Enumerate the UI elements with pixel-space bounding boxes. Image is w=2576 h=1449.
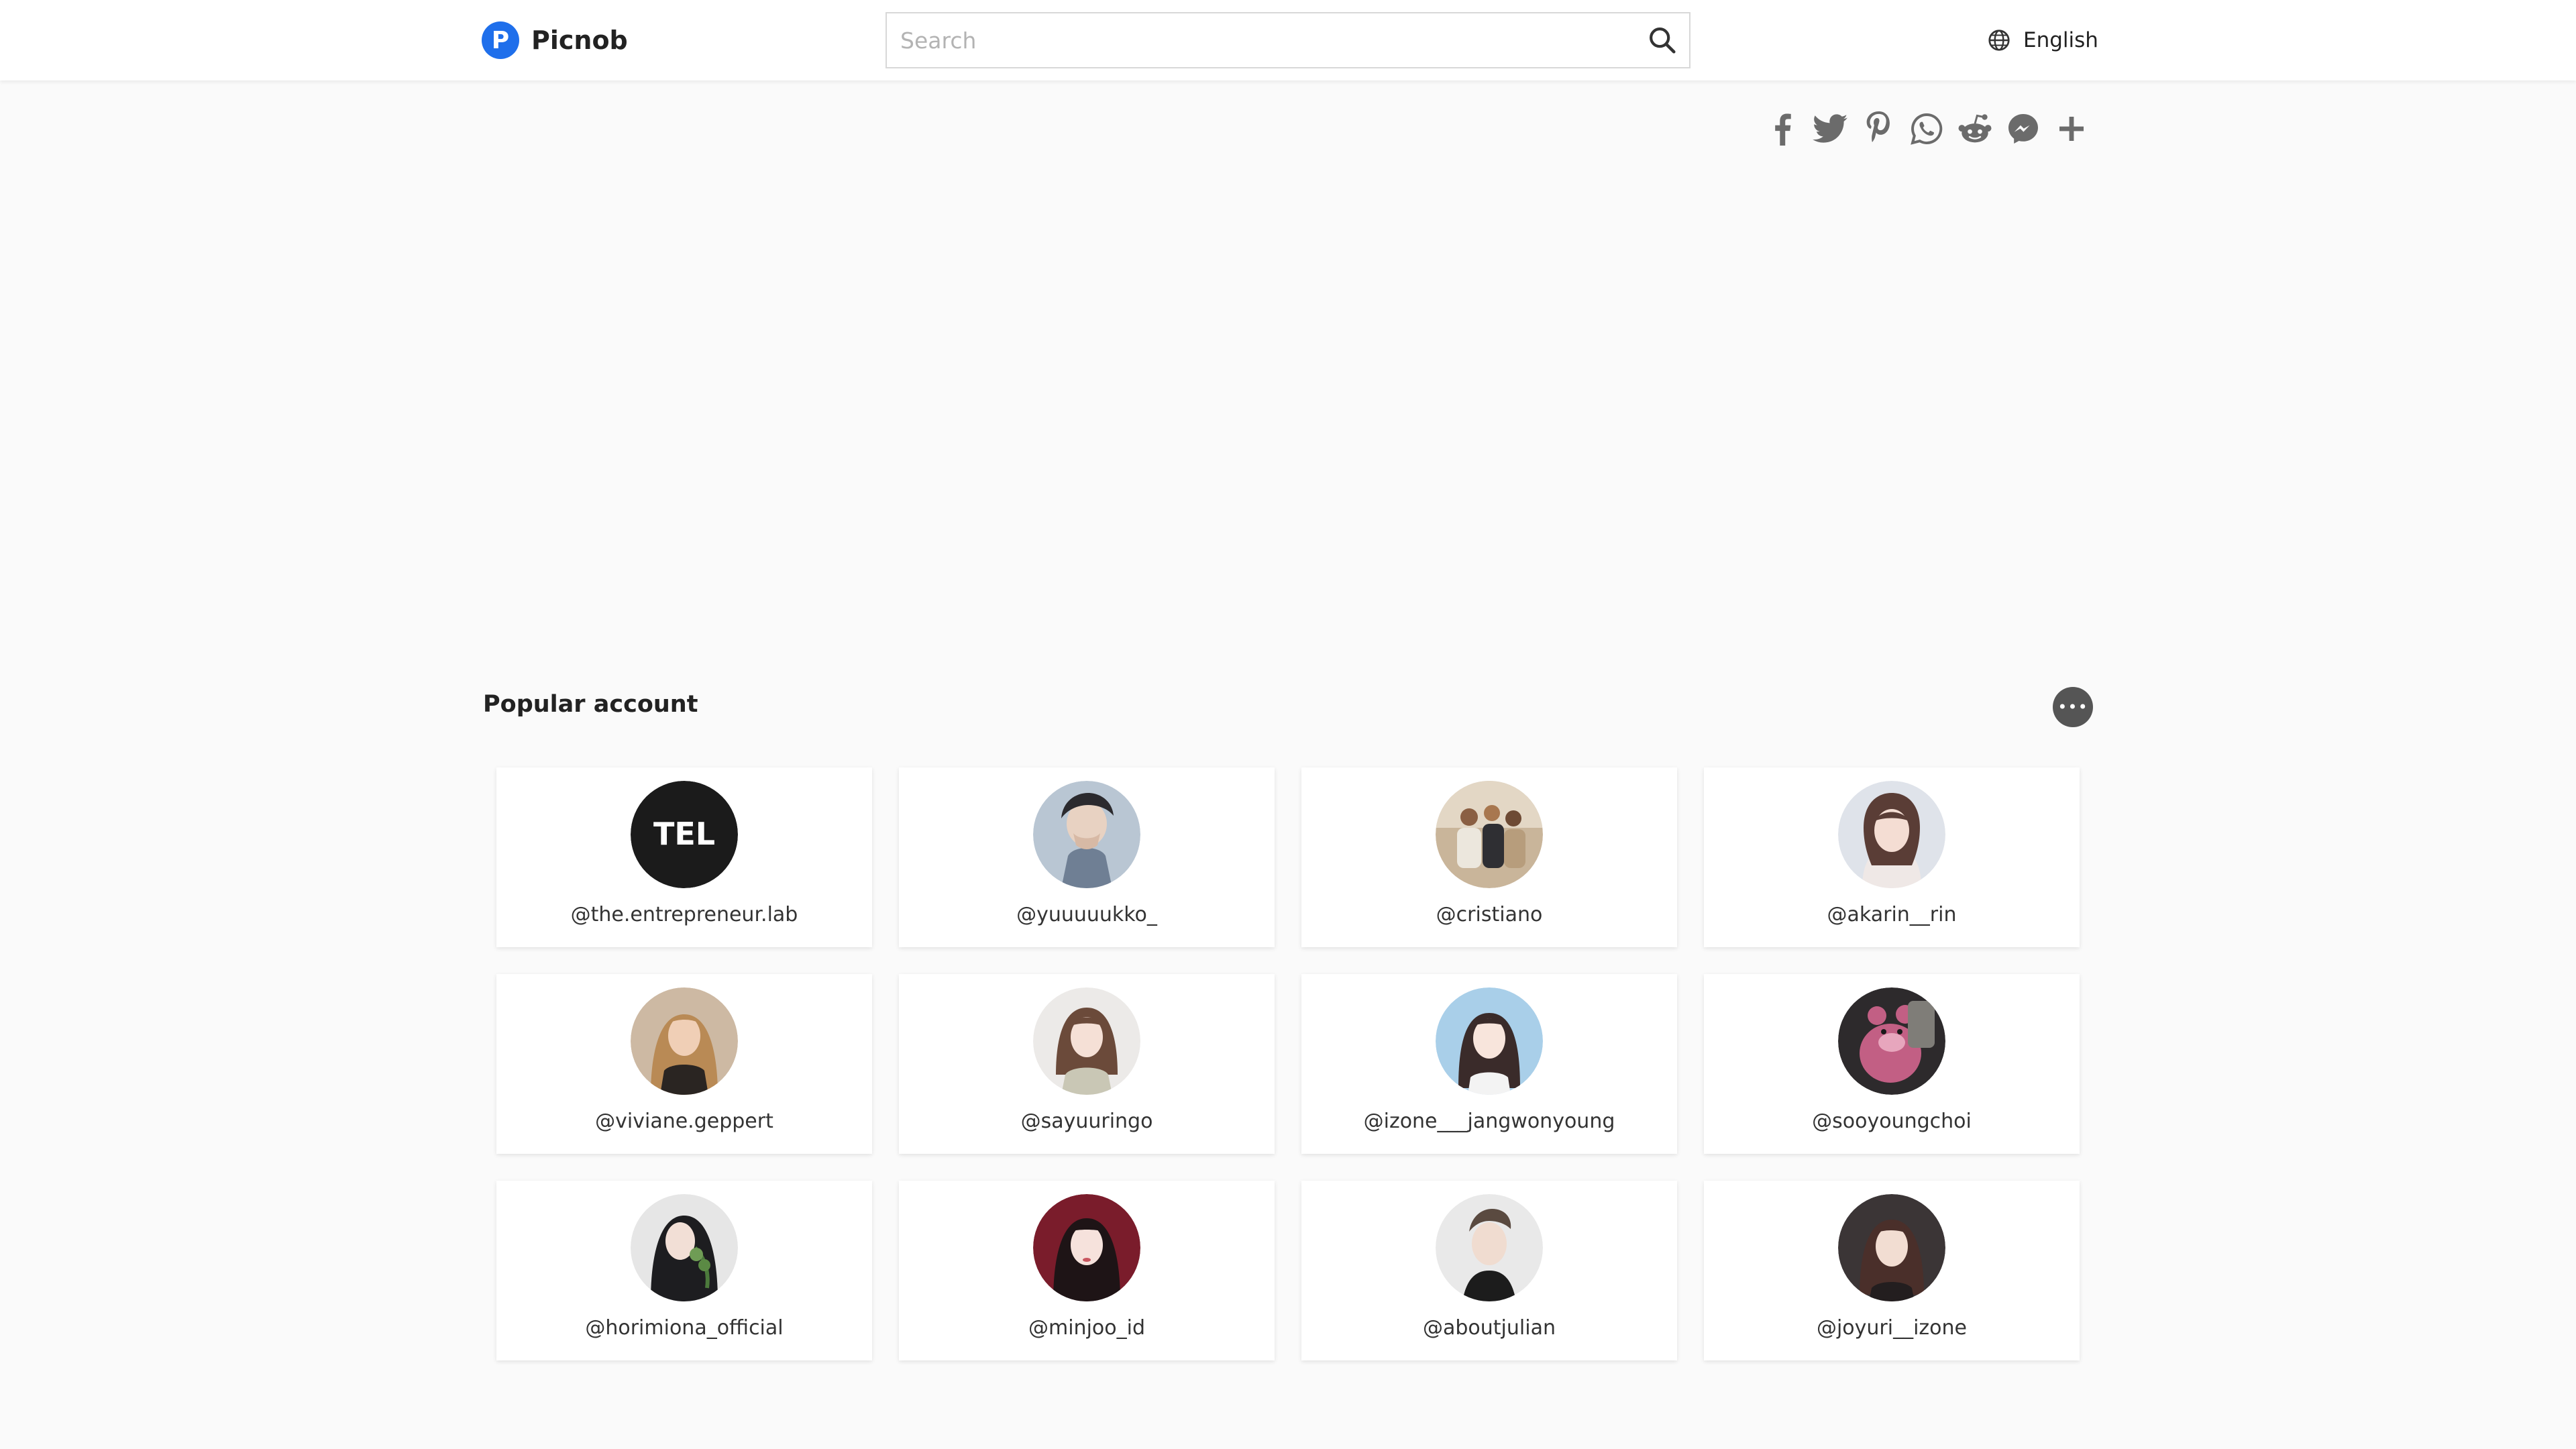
portrait-avatar-image [1436,987,1543,1095]
portrait-avatar-image [631,987,738,1095]
portrait-avatar-image [1033,987,1140,1095]
account-card[interactable]: @horimiona_official [496,1181,872,1360]
avatar [1436,987,1543,1095]
account-handle: @akarin__rin [1827,903,1957,926]
avatar [1838,781,1945,888]
top-navigation-bar: P Picnob English [0,0,2576,80]
account-card[interactable]: @joyuri__izone [1704,1181,2080,1360]
avatar-text: TEL [653,816,715,852]
more-share-button[interactable] [2053,107,2090,150]
messenger-icon [2008,114,2038,144]
brand-logo-icon: P [482,21,519,59]
account-handle: @horimiona_official [585,1316,784,1340]
reddit-share-button[interactable] [1956,107,1994,150]
account-card[interactable]: TEL @the.entrepreneur.lab [496,767,872,947]
globe-icon [1988,30,2010,51]
account-handle: @the.entrepreneur.lab [570,903,798,926]
avatar [1838,1194,1945,1301]
account-card[interactable]: @akarin__rin [1704,767,2080,947]
avatar [1033,1194,1140,1301]
facebook-icon [1775,113,1791,146]
plush-toy-avatar-image [1838,987,1945,1095]
account-card[interactable]: @minjoo_id [899,1181,1275,1360]
reddit-icon [1958,114,1992,143]
portrait-avatar-image [1838,781,1945,888]
portrait-avatar-image [1033,1194,1140,1301]
plus-icon [2059,117,2084,141]
account-handle: @izone___jangwonyoung [1363,1110,1615,1133]
pinterest-icon [1866,111,1890,142]
twitter-share-button[interactable] [1811,107,1849,150]
avatar [1838,987,1945,1095]
account-handle: @aboutjulian [1423,1316,1556,1340]
avatar [1033,987,1140,1095]
avatar [631,987,738,1095]
twitter-icon [1813,114,1847,143]
portrait-avatar-image [1838,1194,1945,1301]
whatsapp-share-button[interactable] [1908,107,1945,150]
group-photo-avatar-image [1436,781,1543,888]
ellipsis-icon: ••• [2057,698,2088,716]
tel-logo-avatar-image: TEL [631,781,738,888]
search-box [885,12,1690,68]
more-accounts-button[interactable]: ••• [2053,687,2093,727]
portrait-avatar-image [631,1194,738,1301]
portrait-avatar-image [1033,781,1140,888]
messenger-share-button[interactable] [2004,107,2042,150]
pinterest-share-button[interactable] [1860,107,1897,150]
search-icon [1650,28,1676,54]
popular-account-grid: TEL @the.entrepreneur.lab @yuuuuukko_ @c… [496,767,2081,1360]
search-input[interactable] [887,13,1635,67]
account-handle: @sooyoungchoi [1812,1110,1972,1133]
account-handle: @minjoo_id [1028,1316,1145,1340]
brand-link[interactable]: P Picnob [482,21,628,59]
language-selector[interactable]: English [1987,24,2098,56]
account-handle: @yuuuuukko_ [1016,903,1157,926]
share-bar [1763,107,2090,150]
avatar [631,1194,738,1301]
account-card[interactable]: @aboutjulian [1301,1181,1677,1360]
section-title: Popular account [483,691,698,718]
account-card[interactable]: @izone___jangwonyoung [1301,974,1677,1154]
account-card[interactable]: @cristiano [1301,767,1677,947]
account-card[interactable]: @sayuuringo [899,974,1275,1154]
popular-account-header: Popular account ••• [483,684,2093,727]
whatsapp-icon [1911,113,1943,145]
portrait-avatar-image [1436,1194,1543,1301]
account-handle: @cristiano [1436,903,1543,926]
avatar [1436,781,1543,888]
avatar: TEL [631,781,738,888]
avatar [1436,1194,1543,1301]
brand-name: Picnob [531,25,628,55]
account-handle: @sayuuringo [1020,1110,1153,1133]
account-card[interactable]: @viviane.geppert [496,974,872,1154]
account-handle: @viviane.geppert [595,1110,773,1133]
search-button[interactable] [1635,13,1689,67]
language-label: English [2023,28,2098,52]
account-card[interactable]: @yuuuuukko_ [899,767,1275,947]
account-handle: @joyuri__izone [1816,1316,1968,1340]
facebook-share-button[interactable] [1763,107,1801,150]
avatar [1033,781,1140,888]
account-card[interactable]: @sooyoungchoi [1704,974,2080,1154]
